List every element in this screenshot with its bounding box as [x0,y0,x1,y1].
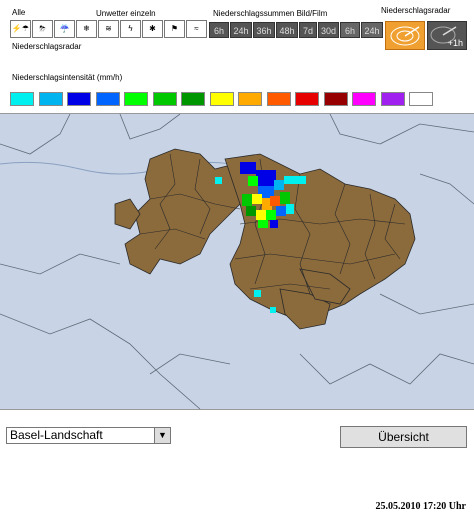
legend-swatch [209,92,234,106]
period-button-24h[interactable]: 24h [230,22,252,38]
flood-icon[interactable]: ≈ [186,20,207,38]
legend-swatch [124,92,148,106]
legend-swatch [38,92,63,106]
thunderstorm-rain-icon[interactable]: ⛈ [32,20,53,38]
snow-icon[interactable]: ❄ [76,20,97,38]
wind-icon[interactable]: ⚑ [164,20,185,38]
unwetter-label: Unwetter einzeln [96,9,156,18]
period-button-48h[interactable]: 48h [276,22,298,38]
period-button-36h[interactable]: 36h [253,22,275,38]
radar-forecast-button[interactable]: +1h [427,21,467,50]
alle-label: Alle [12,8,26,17]
legend-swatch [10,92,34,106]
legend-swatch [181,92,205,106]
region-select[interactable]: Basel-Landschaft ▼ [6,427,171,444]
rain-icon[interactable]: ☔ [54,20,75,38]
legend-swatch [266,92,291,106]
legend-swatch [152,92,177,106]
legend-swatch [352,92,376,106]
niederschlagssummen-label: Niederschlagssummen Bild/Film [213,9,328,18]
film-button-24h[interactable]: 24h [361,22,383,38]
legend-swatch [323,92,348,106]
region-map-svg [0,113,474,410]
legend-swatch [380,92,405,106]
niederschlagsradar-label-right: Niederschlagsradar [381,6,451,15]
niederschlagsradar-label-left: Niederschlagsradar [12,42,82,51]
radar-forecast-label: +1h [447,38,463,48]
period-button-7d[interactable]: 7d [299,22,317,38]
lightning-icon[interactable]: ϟ [120,20,141,38]
period-button-30d[interactable]: 30d [318,22,339,38]
film-button-6h[interactable]: 6h [340,22,360,38]
map-timestamp: 25.05.2010 17:20 Uhr [375,501,466,512]
radar-icon [390,26,420,46]
storm-icon[interactable]: ≋ [98,20,119,38]
region-select-value: Basel-Landschaft [10,428,103,442]
chevron-down-icon[interactable]: ▼ [154,428,170,443]
legend-swatch [67,92,91,106]
overview-button[interactable]: Übersicht [340,426,467,448]
legend-swatch [238,92,262,106]
legend-swatch [295,92,319,106]
radar-map[interactable]: 25.05.2010 17:20 Uhr [0,113,474,512]
frost-icon[interactable]: ✱ [142,20,163,38]
radar-current-button[interactable] [385,21,425,50]
legend-title: Niederschlagsintensität (mm/h) [12,73,123,82]
legend-swatch [95,92,120,106]
period-button-6h[interactable]: 6h [209,22,229,38]
all-warnings-icon[interactable]: ⚡☂ [10,20,31,38]
legend-swatch [409,92,433,106]
